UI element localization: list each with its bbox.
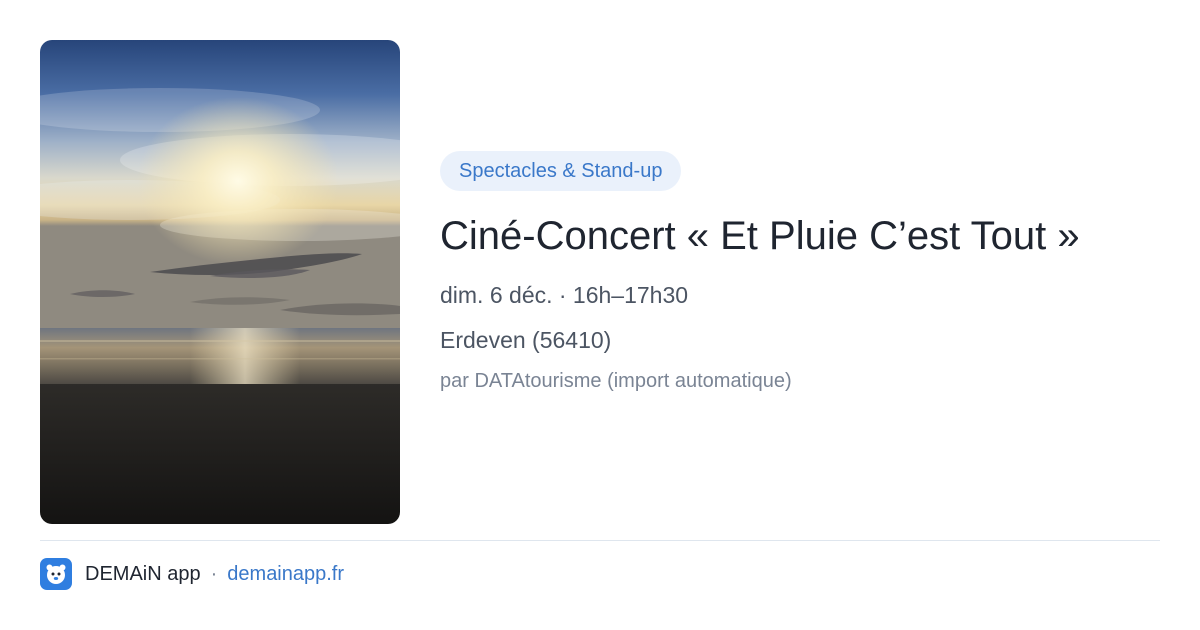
app-website-link[interactable]: demainapp.fr: [227, 563, 344, 586]
app-name: DEMAiN app: [85, 562, 201, 585]
footer-divider: [40, 540, 1160, 541]
category-tag[interactable]: Spectacles & Stand-up: [440, 151, 682, 191]
sunset-beach-photo: [40, 40, 400, 524]
event-photo: [40, 40, 400, 524]
footer-separator: ·: [210, 562, 218, 585]
event-source: par DATAtourisme (import automatique): [440, 370, 792, 392]
event-datetime: dim. 6 déc. · 16h–17h30: [440, 282, 689, 308]
event-title[interactable]: Ciné-Concert « Et Pluie C’est Tout »: [440, 213, 1180, 259]
event-location: Erdeven (56410): [440, 327, 612, 353]
event-card[interactable]: Spectacles & Stand-up Ciné-Concert « Et …: [0, 0, 1200, 630]
demain-app-logo-icon: [40, 558, 72, 590]
event-info: Spectacles & Stand-up Ciné-Concert « Et …: [440, 151, 1180, 394]
footer: DEMAiN app · demainapp.fr: [40, 558, 344, 590]
